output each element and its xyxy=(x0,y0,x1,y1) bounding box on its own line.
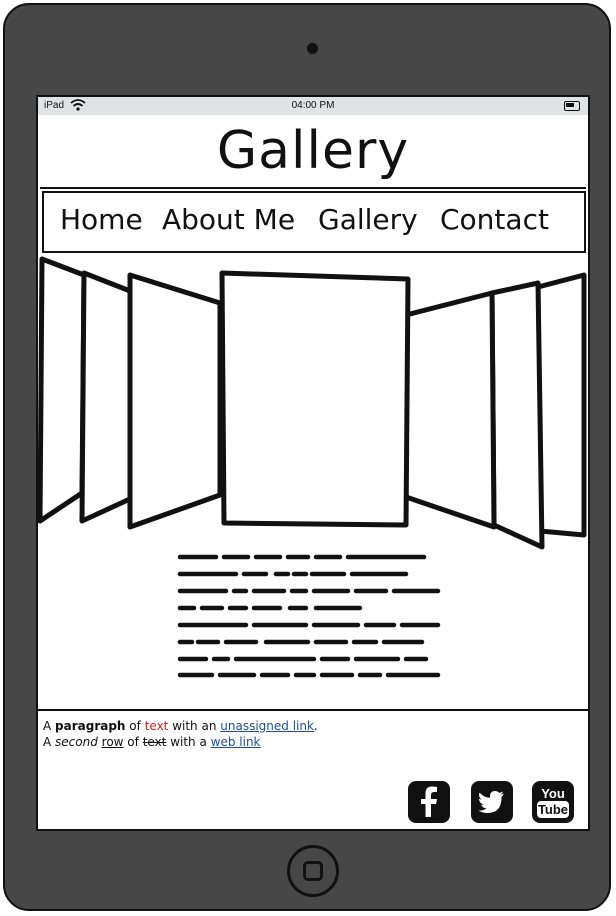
gallery-image-right-2 xyxy=(489,280,545,550)
cover-flow-gallery[interactable] xyxy=(38,253,588,553)
text-span: A xyxy=(43,735,56,749)
home-button-square-icon xyxy=(303,861,323,881)
svg-text:You: You xyxy=(541,786,565,801)
nav-item-contact[interactable]: Contact xyxy=(440,203,549,236)
underlined-text: row xyxy=(101,735,124,749)
scribbled-text-block xyxy=(177,554,441,678)
red-text: text xyxy=(144,719,169,733)
gallery-image-left-2 xyxy=(79,270,133,524)
status-time: 04:00 PM xyxy=(291,100,335,111)
text-span: with an xyxy=(168,719,221,733)
footer-paragraph-1: A paragraph of text with an unassigned l… xyxy=(43,719,318,733)
home-button[interactable] xyxy=(287,845,339,897)
camera-dot xyxy=(307,43,318,54)
footer: A paragraph of text with an unassigned l… xyxy=(38,709,588,829)
footer-paragraph-2: A second row of text with a web link xyxy=(43,735,261,749)
screen: iPad 04:00 PM Gallery Home About Me Gall… xyxy=(36,95,590,831)
gallery-image-right-1 xyxy=(403,290,497,530)
italic-text: second xyxy=(55,735,98,749)
status-bar: iPad 04:00 PM xyxy=(38,97,588,115)
page-header: Gallery xyxy=(40,115,586,189)
text-span: A xyxy=(43,719,56,733)
gallery-image-right-3 xyxy=(535,272,587,538)
tablet-frame: iPad 04:00 PM Gallery Home About Me Gall… xyxy=(3,3,611,911)
gallery-image-left-1 xyxy=(127,272,223,530)
nav-item-about-me[interactable]: About Me xyxy=(162,203,295,236)
nav-item-gallery[interactable]: Gallery xyxy=(318,203,418,236)
nav-item-home[interactable]: Home xyxy=(60,203,143,236)
text-span: with a xyxy=(166,735,211,749)
text-span: of xyxy=(123,735,143,749)
web-link[interactable]: web link xyxy=(211,735,261,749)
strikethrough-text: text xyxy=(142,735,167,749)
page-title: Gallery xyxy=(216,121,410,181)
twitter-icon[interactable] xyxy=(471,781,513,823)
gallery-image-center xyxy=(219,270,411,528)
facebook-icon[interactable] xyxy=(408,781,450,823)
text-span: of xyxy=(125,719,145,733)
unassigned-link[interactable]: unassigned link xyxy=(220,719,314,733)
bold-text: paragraph xyxy=(55,719,126,733)
nav-bar: Home About Me Gallery Contact xyxy=(42,191,586,253)
youtube-icon[interactable]: You Tube xyxy=(532,781,574,823)
text-span: . xyxy=(313,719,318,733)
svg-text:Tube: Tube xyxy=(538,802,568,817)
gallery-image-left-3 xyxy=(38,256,87,524)
battery-icon xyxy=(564,101,580,111)
